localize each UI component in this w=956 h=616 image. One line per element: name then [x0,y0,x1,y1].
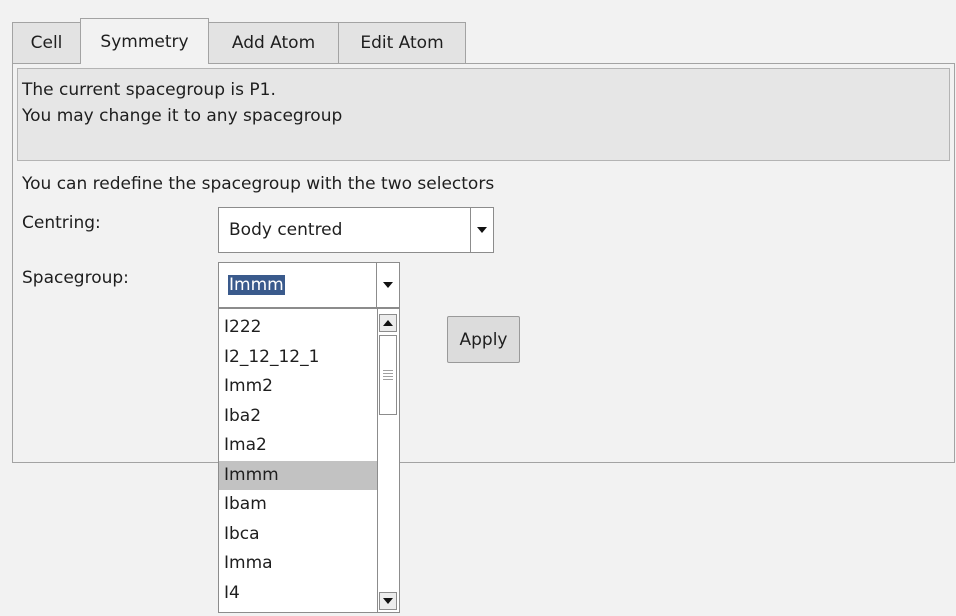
spacegroup-option[interactable]: Ibca [219,520,377,550]
tab-add-atom-label: Add Atom [231,33,316,53]
scrollbar-thumb[interactable] [379,335,397,415]
info-line-2: You may change it to any spacegroup [22,106,343,126]
spacegroup-label: Spacegroup: [22,268,129,288]
tab-symmetry[interactable]: Symmetry [80,18,209,64]
centring-select-value: Body centred [229,220,343,240]
dropdown-scrollbar[interactable] [377,309,399,612]
spacegroup-select[interactable]: Immm [218,262,400,308]
tab-add-atom[interactable]: Add Atom [208,22,339,63]
info-box: The current spacegroup is P1. You may ch… [17,68,950,161]
chevron-down-icon[interactable] [376,263,399,307]
spacegroup-dropdown[interactable]: I222 I2_12_12_1 Imm2 Iba2 Ima2 Immm Ibam… [218,308,400,613]
tab-cell[interactable]: Cell [12,22,81,63]
spacegroup-input-value[interactable]: Immm [228,275,285,295]
spacegroup-option[interactable]: Ima2 [219,431,377,461]
arrow-down-icon[interactable] [379,592,397,610]
chevron-down-icon[interactable] [470,208,493,252]
tab-symmetry-label: Symmetry [100,31,189,52]
symmetry-panel: The current spacegroup is P1. You may ch… [12,63,955,463]
centring-label: Centring: [22,213,101,233]
spacegroup-option[interactable]: I222 [219,313,377,343]
spacegroup-option[interactable]: Imma [219,549,377,579]
apply-button-label: Apply [459,329,508,350]
spacegroup-option-selected[interactable]: Immm [219,460,377,490]
spacegroup-option[interactable]: I4 [219,579,377,609]
spacegroup-option[interactable]: Imm2 [219,372,377,402]
tab-edit-atom[interactable]: Edit Atom [338,22,466,63]
tab-cell-label: Cell [30,33,63,53]
spacegroup-options-list: I222 I2_12_12_1 Imm2 Iba2 Ima2 Immm Ibam… [219,313,377,608]
spacegroup-option[interactable]: I2_12_12_1 [219,343,377,373]
instruction-text: You can redefine the spacegroup with the… [22,174,495,194]
spacegroup-option[interactable]: Ibam [219,490,377,520]
centring-select[interactable]: Body centred [218,207,494,253]
apply-button[interactable]: Apply [447,316,520,363]
tab-edit-atom-label: Edit Atom [360,33,444,53]
spacegroup-option[interactable]: Iba2 [219,402,377,432]
info-line-1: The current spacegroup is P1. [22,80,276,100]
arrow-up-icon[interactable] [379,314,397,332]
